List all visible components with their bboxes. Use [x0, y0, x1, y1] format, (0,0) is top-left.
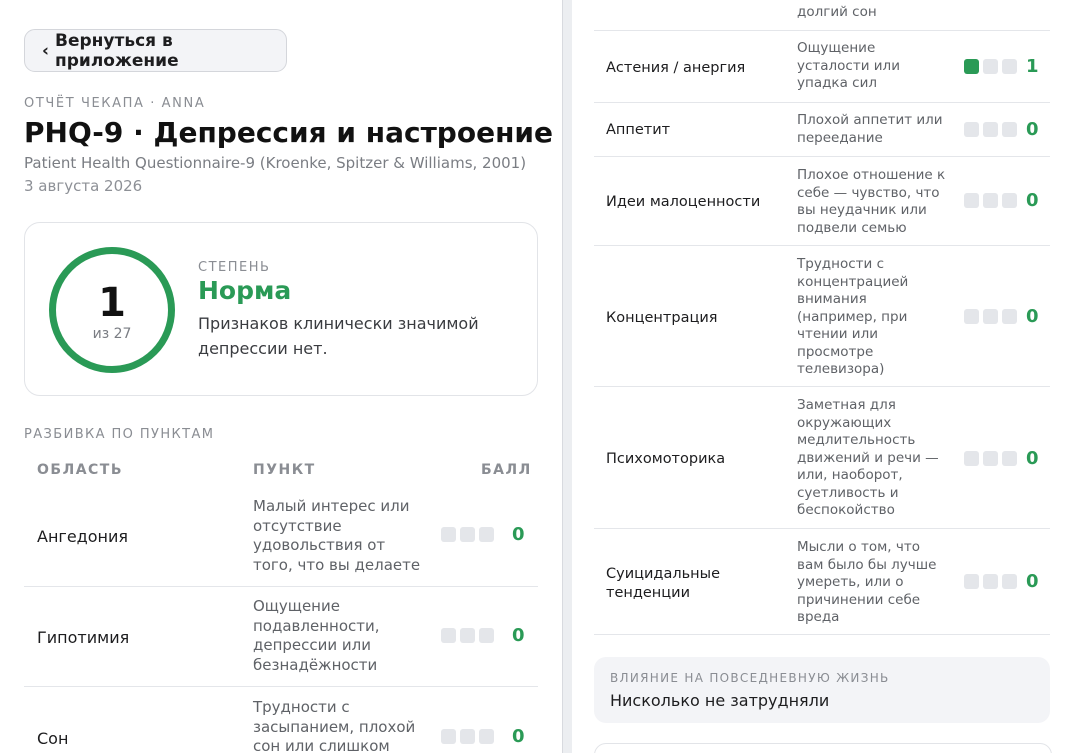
- row-score: 0: [512, 726, 525, 747]
- row-item: Мысли о том, что вам было бы лучше умере…: [797, 539, 937, 625]
- column-header-score: БАЛЛ: [481, 462, 532, 478]
- score-ring: 1 из 27: [49, 247, 175, 373]
- score-dot: [964, 574, 979, 589]
- row-item: Трудности с концентрацией внимания (напр…: [797, 256, 909, 377]
- row-area: Астения / анергия: [606, 60, 746, 76]
- total-score: 1: [98, 280, 126, 326]
- row-item: Малый интерес или отсутствие удовольстви…: [253, 497, 421, 574]
- score-dots: [964, 309, 1017, 324]
- table-row: Сон Трудности с засыпанием, плохой сон и…: [24, 687, 538, 753]
- score-dots: [964, 574, 1017, 589]
- score-dot: [964, 451, 979, 466]
- row-area: Идеи малоценности: [606, 194, 761, 210]
- score-dot: [1002, 451, 1017, 466]
- score-dot: [1002, 193, 1017, 208]
- score-dots: [964, 59, 1017, 74]
- score-dot: [964, 59, 979, 74]
- page-title: PHQ-9 · Депрессия и настроение: [24, 116, 554, 149]
- report-right-pane[interactable]: долгий сон Астения / анергия Ощущение ус…: [572, 0, 1071, 753]
- row-item: Заметная для окружающих медлительность д…: [797, 397, 939, 518]
- back-to-app-button[interactable]: ‹ Вернуться в приложение: [24, 29, 287, 72]
- row-item: Ощущение подавленности, депрессии или бе…: [253, 597, 380, 674]
- score-summary-card: 1 из 27 СТЕПЕНЬ Норма Признаков клиничес…: [24, 222, 538, 396]
- table-row: Ангедония Малый интерес или отсутствие у…: [24, 488, 538, 587]
- score-dot: [1002, 309, 1017, 324]
- score-dots: [964, 122, 1017, 137]
- column-header-area: ОБЛАСТЬ: [37, 462, 124, 478]
- row-score: 0: [1026, 190, 1039, 211]
- row-score: 0: [1026, 306, 1039, 327]
- table-row: Астения / анергия Ощущение усталости или…: [594, 31, 1050, 103]
- severity-value: Норма: [198, 276, 292, 305]
- impact-value: Нисколько не затрудняли: [610, 691, 830, 710]
- report-date: 3 августа 2026: [24, 177, 143, 195]
- score-dot: [964, 122, 979, 137]
- score-dot: [983, 451, 998, 466]
- score-dot: [460, 527, 475, 542]
- max-score-label: из 27: [92, 326, 132, 342]
- severity-label: СТЕПЕНЬ: [198, 260, 271, 275]
- row-item: Плохое отношение к себе — чувство, что в…: [797, 167, 946, 236]
- page-subtitle: Patient Health Questionnaire-9 (Kroenke,…: [24, 154, 527, 172]
- score-dot: [460, 729, 475, 744]
- row-item: Трудности с засыпанием, плохой сон или с…: [253, 698, 416, 753]
- breakdown-section-label: РАЗБИВКА ПО ПУНКТАМ: [24, 427, 215, 442]
- score-dot: [983, 309, 998, 324]
- table-row: Психомоторика Заметная для окружающих ме…: [594, 387, 1050, 529]
- table-row: Идеи малоценности Плохое отношение к себ…: [594, 157, 1050, 246]
- row-score: 0: [1026, 571, 1039, 592]
- score-dot: [983, 122, 998, 137]
- score-dot: [983, 59, 998, 74]
- score-dot: [964, 193, 979, 208]
- table-row: Суицидальные тенденции Мысли о том, что …: [594, 529, 1050, 635]
- row-item: Плохой аппетит или переедание: [797, 112, 943, 146]
- row-score: 0: [1026, 119, 1039, 140]
- table-row: Аппетит Плохой аппетит или переедание 0: [594, 103, 1050, 157]
- table-row: Гипотимия Ощущение подавленности, депрес…: [24, 587, 538, 687]
- column-header-item: ПУНКТ: [253, 462, 316, 478]
- score-dot: [983, 193, 998, 208]
- severity-description: Признаков клинически значимой депрессии …: [198, 314, 479, 358]
- chevron-left-icon: ‹: [42, 40, 50, 61]
- row-score: 0: [512, 625, 525, 646]
- row-score: 0: [1026, 448, 1039, 469]
- score-dot: [460, 628, 475, 643]
- row-area: Суицидальные тенденции: [606, 566, 720, 601]
- table-row: долгий сон: [594, 0, 1050, 31]
- report-left-pane: ‹ Вернуться в приложение ОТЧЁТ ЧЕКАПА · …: [0, 0, 562, 753]
- row-area: Сон: [37, 729, 69, 748]
- row-area: Психомоторика: [606, 451, 726, 467]
- score-dot: [983, 574, 998, 589]
- daily-life-impact-card: ВЛИЯНИЕ НА ПОВСЕДНЕВНУЮ ЖИЗНЬ Нисколько …: [594, 657, 1050, 723]
- table-row: Концентрация Трудности с концентрацией в…: [594, 246, 1050, 387]
- back-button-label: Вернуться в приложение: [55, 30, 179, 71]
- next-card-edge: [594, 743, 1052, 753]
- score-dot: [1002, 122, 1017, 137]
- score-dot: [441, 527, 456, 542]
- row-item-tail: долгий сон: [797, 4, 877, 20]
- score-dot: [479, 628, 494, 643]
- score-dots: [964, 193, 1017, 208]
- score-dots: [441, 628, 494, 643]
- row-area: Концентрация: [606, 310, 718, 326]
- score-dots: [441, 729, 494, 744]
- score-dot: [441, 628, 456, 643]
- row-area: Ангедония: [37, 527, 128, 546]
- score-dot: [441, 729, 456, 744]
- score-dot: [479, 527, 494, 542]
- score-dot: [1002, 574, 1017, 589]
- impact-label: ВЛИЯНИЕ НА ПОВСЕДНЕВНУЮ ЖИЗНЬ: [610, 671, 890, 685]
- score-dot: [1002, 59, 1017, 74]
- score-dots: [964, 451, 1017, 466]
- row-score: 1: [1026, 56, 1039, 77]
- report-eyebrow: ОТЧЁТ ЧЕКАПА · ANNA: [24, 96, 206, 111]
- row-area: Гипотимия: [37, 628, 130, 647]
- row-area: Аппетит: [606, 122, 671, 138]
- score-dot: [964, 309, 979, 324]
- row-item: Ощущение усталости или упадка сил: [797, 40, 900, 91]
- score-dot: [479, 729, 494, 744]
- score-dots: [441, 527, 494, 542]
- row-score: 0: [512, 524, 525, 545]
